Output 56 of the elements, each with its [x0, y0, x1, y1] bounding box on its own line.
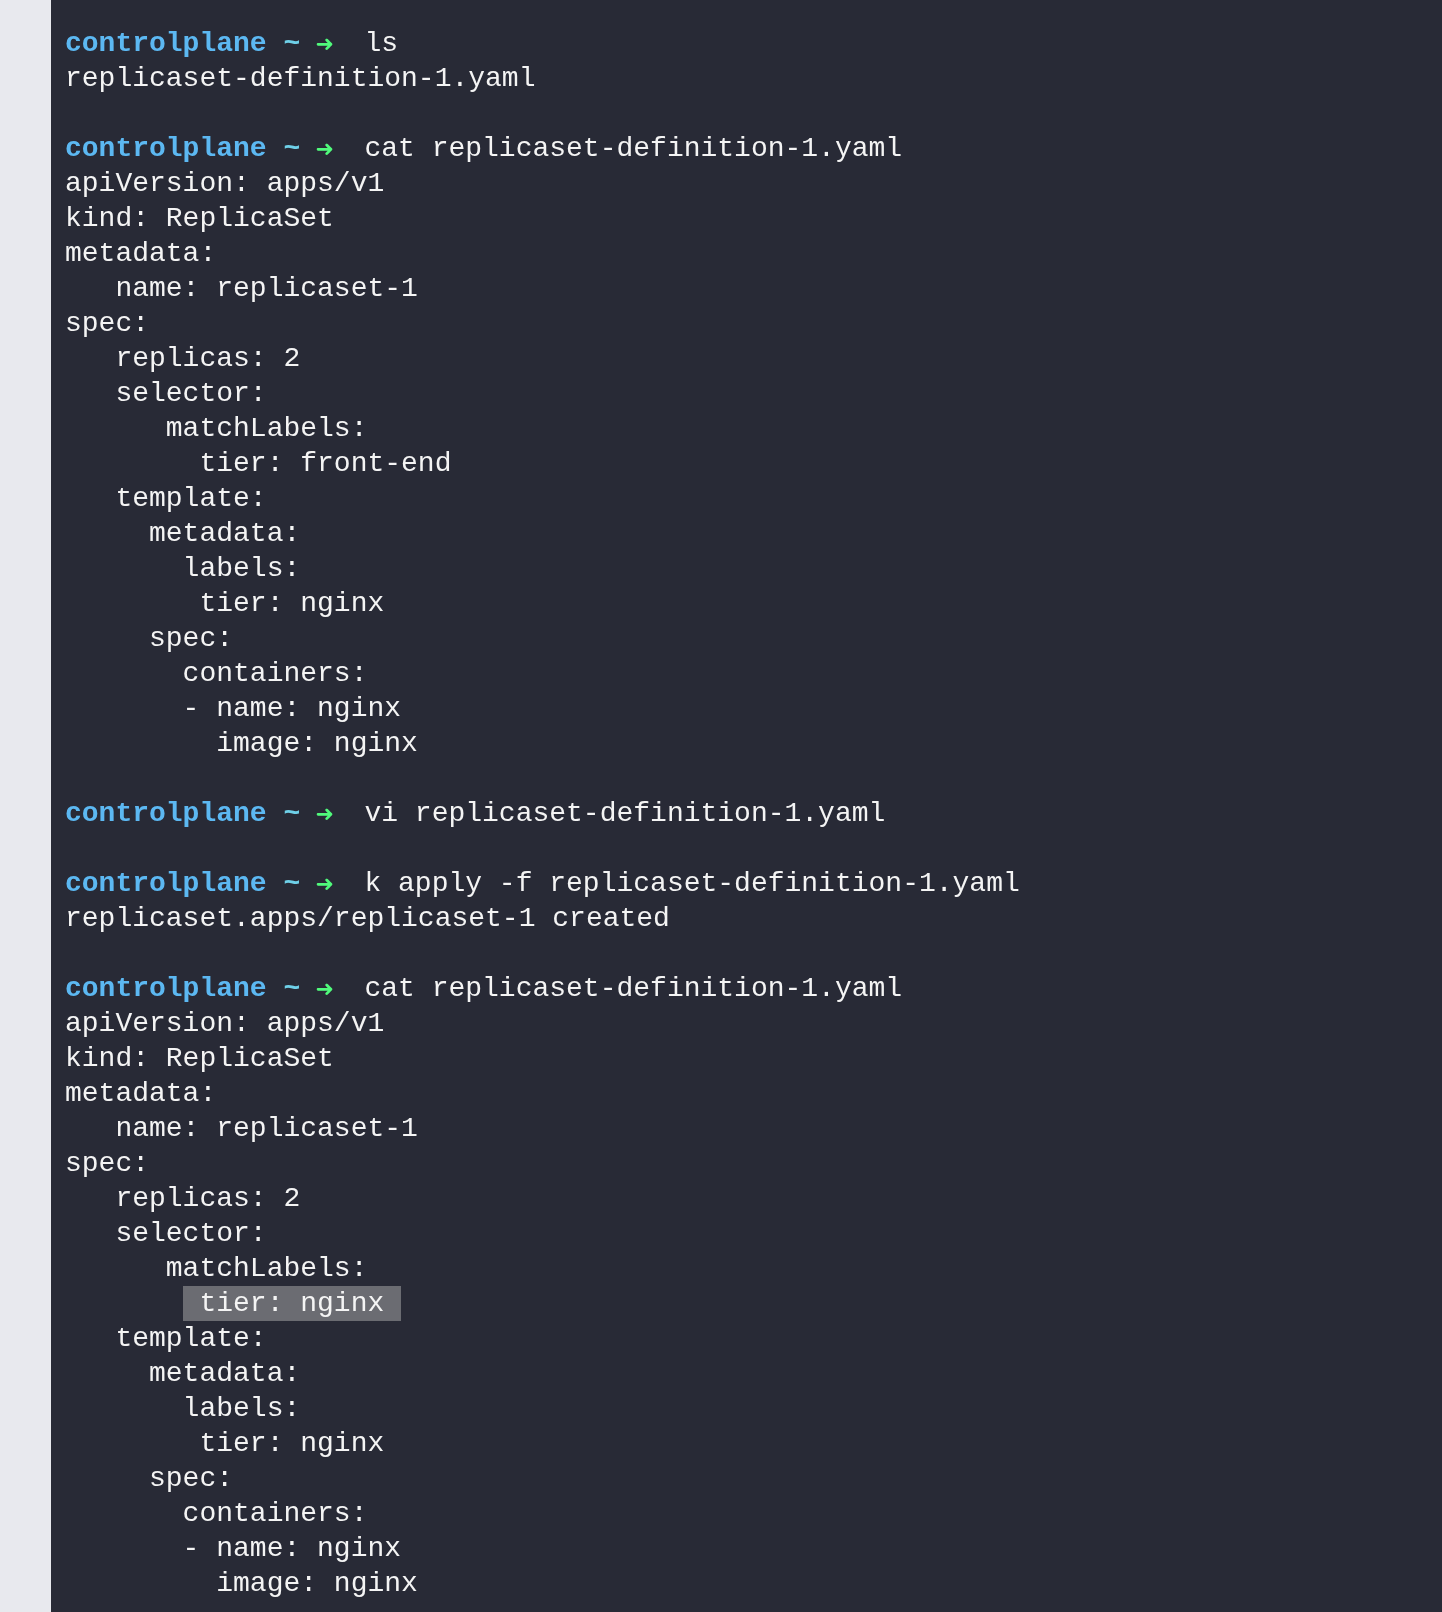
output-text: spec: [148, 622, 234, 656]
output-text: replicas: 2 [114, 342, 301, 376]
output-text: template: [114, 1322, 267, 1356]
prompt-arrow: ➜ [315, 800, 331, 828]
prompt-directory: ~ [283, 867, 301, 901]
prompt-directory: ~ [283, 132, 301, 166]
output-text: - name: nginx [181, 1532, 402, 1566]
prompt-arrow: ➜ [315, 975, 331, 1003]
output-text: metadata: [65, 1077, 217, 1111]
selected-output-text: tier: nginx [182, 1286, 402, 1321]
output-text: name: replicaset-1 [114, 1112, 418, 1146]
prompt-directory: ~ [283, 797, 301, 831]
output-text: matchLabels: [164, 1252, 368, 1286]
prompt-directory: ~ [283, 972, 301, 1006]
prompt-arrow: ➜ [315, 30, 331, 58]
command-text: cat replicaset-definition-1.yaml [364, 132, 903, 166]
output-text: labels: [181, 552, 301, 586]
prompt-host: controlplane [65, 132, 267, 166]
output-text: apiVersion: apps/v1 [65, 167, 385, 201]
command-text: ls [364, 27, 399, 61]
prompt-directory: ~ [283, 27, 301, 61]
output-text: kind: ReplicaSet [65, 202, 334, 236]
prompt-arrow: ➜ [315, 870, 331, 898]
output-text: kind: ReplicaSet [65, 1042, 334, 1076]
output-text: tier: nginx [198, 587, 385, 621]
output-text: spec: [65, 307, 149, 341]
output-text: metadata: [148, 517, 301, 551]
output-text: name: replicaset-1 [114, 272, 418, 306]
output-text: template: [114, 482, 267, 516]
output-text: replicaset-definition-1.yaml [65, 62, 536, 96]
output-text: matchLabels: [164, 412, 368, 446]
command-text: k apply -f replicaset-definition-1.yaml [364, 867, 1020, 901]
output-text: spec: [148, 1462, 234, 1496]
output-text: containers: [181, 657, 368, 691]
output-text: image: nginx [215, 727, 418, 761]
prompt-host: controlplane [65, 797, 267, 831]
prompt-arrow: ➜ [315, 135, 331, 163]
output-text: image: nginx [215, 1567, 418, 1601]
output-text: containers: [181, 1497, 368, 1531]
output-text: labels: [181, 1392, 301, 1426]
output-text: selector: [114, 377, 267, 411]
output-text: spec: [65, 1147, 149, 1181]
output-text: replicaset.apps/replicaset-1 created [65, 902, 670, 936]
prompt-host: controlplane [65, 27, 267, 61]
prompt-host: controlplane [65, 972, 267, 1006]
output-text: replicas: 2 [114, 1182, 301, 1216]
command-text: vi replicaset-definition-1.yaml [364, 797, 886, 831]
output-text: tier: front-end [198, 447, 452, 481]
output-text: tier: nginx [198, 1427, 385, 1461]
command-text: cat replicaset-definition-1.yaml [364, 972, 903, 1006]
prompt-host: controlplane [65, 867, 267, 901]
output-text: metadata: [65, 237, 217, 271]
output-text: apiVersion: apps/v1 [65, 1007, 385, 1041]
output-text: selector: [114, 1217, 267, 1251]
output-text: - name: nginx [181, 692, 402, 726]
output-text: metadata: [148, 1357, 301, 1391]
